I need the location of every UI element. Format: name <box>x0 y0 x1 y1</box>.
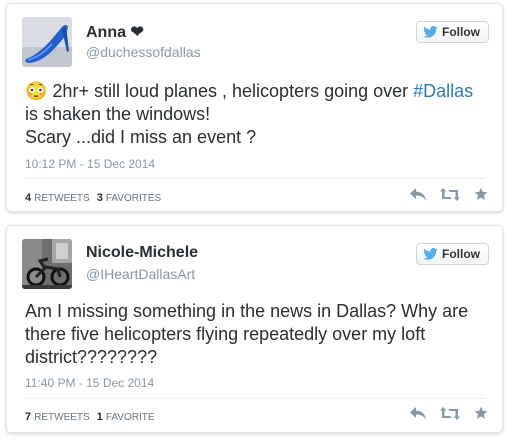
hashtag-link[interactable]: #Dallas <box>413 81 473 101</box>
user-handle[interactable]: @IHeartDallasArt <box>86 266 195 282</box>
tweet-timestamp[interactable]: 11:40 PM - 15 Dec 2014 <box>25 376 154 390</box>
tweet-timestamp[interactable]: 10:12 PM - 15 Dec 2014 <box>25 157 155 171</box>
tweet-text: 😳 2hr+ still loud planes , helicopters g… <box>25 81 474 147</box>
twitter-bird-icon <box>423 248 438 260</box>
tweet-actions <box>396 406 488 420</box>
favorites-count[interactable]: 1 <box>97 411 103 423</box>
favorites-label[interactable]: Favorites <box>106 193 161 204</box>
tweet-stats: 7 Retweets 1 Favorite <box>25 411 155 423</box>
follow-label: Follow <box>442 247 480 261</box>
divider <box>24 178 485 179</box>
retweets-label[interactable]: Retweets <box>34 193 90 204</box>
retweet-icon[interactable] <box>440 406 460 420</box>
tweet-text: Am I missing something in the news in Da… <box>25 301 469 367</box>
user-handle[interactable]: @duchessofdallas <box>86 44 201 60</box>
star-icon[interactable] <box>474 187 488 201</box>
twitter-bird-icon <box>423 26 438 38</box>
tweet-actions <box>396 187 488 201</box>
reply-icon[interactable] <box>410 187 426 201</box>
follow-label: Follow <box>442 25 480 39</box>
avatar[interactable] <box>22 17 72 67</box>
display-name[interactable]: Nicole-Michele <box>86 244 198 262</box>
display-name[interactable]: Anna ❤ <box>86 22 144 42</box>
flushed-face-emoji: 😳 <box>25 81 48 101</box>
follow-button[interactable]: Follow <box>416 21 489 43</box>
tweet-card: Anna ❤ @duchessofdallas Follow 😳 2hr+ st… <box>6 3 503 212</box>
star-icon[interactable] <box>474 406 488 420</box>
tweet-stats: 4 Retweets 3 Favorites <box>25 192 161 204</box>
reply-icon[interactable] <box>410 406 426 420</box>
retweets-count[interactable]: 4 <box>25 192 31 204</box>
divider <box>24 398 485 399</box>
favorites-count[interactable]: 3 <box>97 192 103 204</box>
follow-button[interactable]: Follow <box>416 243 489 265</box>
favorites-label[interactable]: Favorite <box>106 412 155 423</box>
avatar[interactable] <box>22 239 72 289</box>
retweet-icon[interactable] <box>440 187 460 201</box>
tweet-card: Nicole-Michele @IHeartDallasArt Follow A… <box>6 225 503 433</box>
retweets-label[interactable]: Retweets <box>34 412 90 423</box>
retweets-count[interactable]: 7 <box>25 411 31 423</box>
